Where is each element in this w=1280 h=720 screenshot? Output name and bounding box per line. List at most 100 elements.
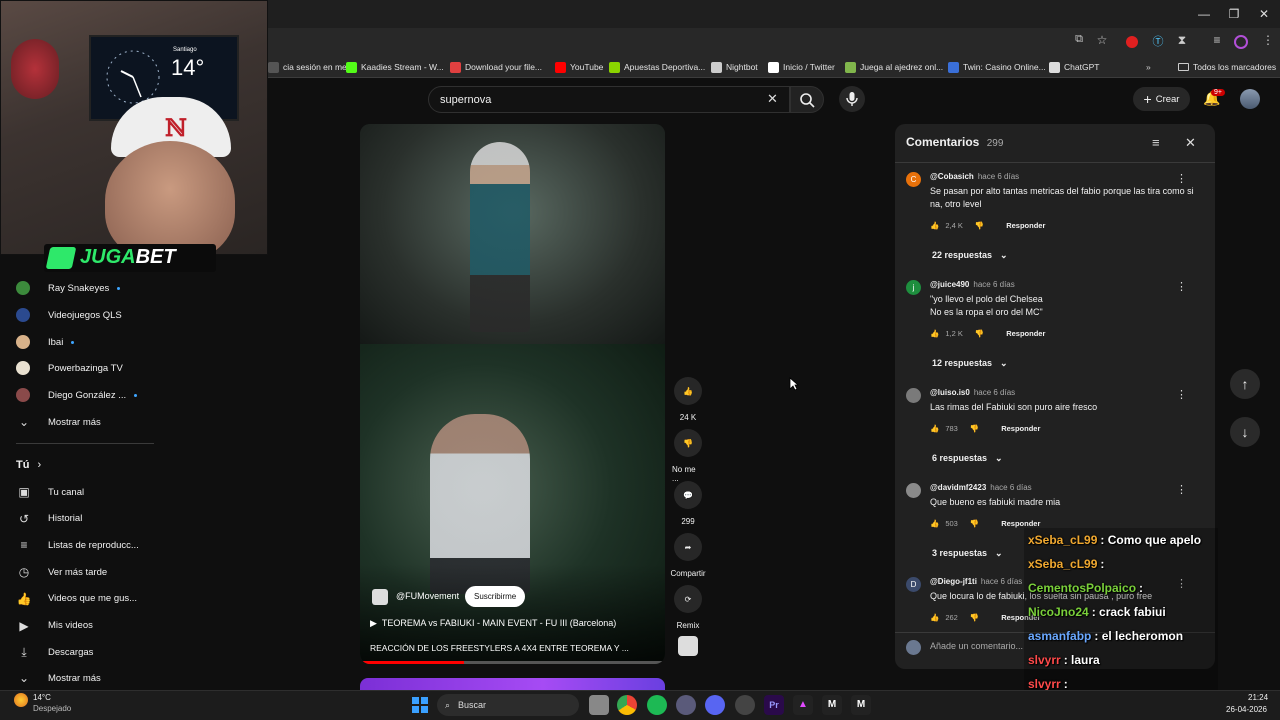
comment-avatar[interactable]: C <box>906 172 921 187</box>
like-icon[interactable]: 👍 <box>930 613 939 622</box>
extension-red-icon[interactable] <box>1126 36 1138 48</box>
bookmark-star-icon[interactable]: ☆ <box>1093 33 1111 51</box>
comment-avatar[interactable]: j <box>906 280 921 295</box>
windows-start-icon[interactable] <box>410 695 430 715</box>
dislike-icon[interactable]: 👎 <box>674 429 702 457</box>
clear-search-icon[interactable]: ✕ <box>767 91 778 107</box>
comment-avatar[interactable] <box>906 388 921 403</box>
maximize-icon[interactable]: ❐ <box>1226 6 1242 22</box>
dislike-action[interactable]: 👎 No me ... <box>672 429 704 483</box>
bookmark-item[interactable]: Juega al ajedrez onl... <box>845 58 943 76</box>
clock-time[interactable]: 21:24 <box>1248 693 1268 702</box>
obs-icon[interactable] <box>735 695 755 715</box>
install-app-icon[interactable]: ⧉ <box>1070 33 1088 51</box>
like-icon[interactable]: 👍 <box>930 329 939 338</box>
sidebar-item[interactable]: ↺ Historial <box>16 509 82 529</box>
dislike-icon[interactable]: 👎 <box>970 519 979 528</box>
reply-button[interactable]: Responder <box>1001 424 1040 433</box>
sidebar-item[interactable]: 👍 Videos que me gus... <box>16 589 138 609</box>
comment-menu-icon[interactable]: ⋮ <box>1176 172 1187 185</box>
share-action[interactable]: ➦ Compartir <box>670 533 706 578</box>
extensions-icon[interactable]: ⧗ <box>1173 33 1191 51</box>
account-avatar[interactable] <box>1240 89 1260 109</box>
comment-menu-icon[interactable]: ⋮ <box>1176 388 1187 401</box>
reading-list-icon[interactable]: ≡ <box>1208 33 1226 51</box>
dislike-icon[interactable]: 👎 <box>970 424 979 433</box>
comment-input[interactable]: Añade un comentario... <box>930 641 1023 651</box>
next-short-button[interactable]: ↓ <box>1230 417 1260 447</box>
like-icon[interactable]: 👍 <box>930 424 939 433</box>
view-replies-button[interactable]: 22 respuestas ⌄ <box>932 250 1008 261</box>
comment-avatar[interactable]: D <box>906 577 921 592</box>
bookmark-item[interactable]: Download your file... <box>450 58 542 76</box>
create-button[interactable]: + Crear <box>1133 87 1190 111</box>
comment-icon[interactable]: 💬 <box>674 481 702 509</box>
subscribe-button[interactable]: Suscribirme <box>465 586 526 607</box>
profile-icon[interactable] <box>1234 35 1248 49</box>
sidebar-tu-header[interactable]: Tú › <box>16 455 41 475</box>
search-input[interactable]: supernova <box>428 86 790 113</box>
task-view-icon[interactable] <box>589 695 609 715</box>
comment-author[interactable]: @davidmf2423 hace 6 días <box>930 483 1032 492</box>
like-icon[interactable]: 👍 <box>674 377 702 405</box>
share-icon[interactable]: ➦ <box>674 533 702 561</box>
dislike-icon[interactable]: 👎 <box>975 329 984 338</box>
sidebar-item[interactable]: ▣ Tu canal <box>16 482 84 502</box>
extension-translate-icon[interactable]: Ⓣ <box>1149 33 1167 51</box>
comment-author[interactable]: @Cobasich hace 6 días <box>930 172 1019 181</box>
sidebar-channel[interactable]: Ibai <box>16 332 75 352</box>
reply-button[interactable]: Responder <box>1001 519 1040 528</box>
bookmark-item[interactable]: YouTube <box>555 58 603 76</box>
close-comments-icon[interactable]: ✕ <box>1185 135 1196 151</box>
arc-icon[interactable]: ▲ <box>793 695 813 715</box>
app-m-icon[interactable]: M <box>822 695 842 715</box>
close-window-icon[interactable]: ✕ <box>1256 6 1272 22</box>
view-replies-button[interactable]: 3 respuestas ⌄ <box>932 548 1003 559</box>
spotify-icon[interactable] <box>647 695 667 715</box>
bookmark-item[interactable]: Nightbot <box>711 58 758 76</box>
all-bookmarks-folder[interactable]: Todos los marcadores <box>1178 58 1276 76</box>
comment-menu-icon[interactable]: ⋮ <box>1176 483 1187 496</box>
video-channel-name[interactable]: @FUMovement <box>396 591 459 601</box>
like-icon[interactable]: 👍 <box>930 519 939 528</box>
reply-button[interactable]: Responder <box>1006 329 1045 338</box>
chrome-icon[interactable] <box>617 695 637 715</box>
previous-short-button[interactable]: ↑ <box>1230 369 1260 399</box>
bookmark-item[interactable]: cia sesión en me... <box>268 58 354 76</box>
view-replies-button[interactable]: 6 respuestas ⌄ <box>932 453 1003 464</box>
sidebar-item[interactable]: ▶ Mis videos <box>16 616 93 636</box>
comment-menu-icon[interactable]: ⋮ <box>1176 280 1187 293</box>
comment-author[interactable]: @juice490 hace 6 días <box>930 280 1015 289</box>
comment-author[interactable]: @luiso.is0 hace 6 días <box>930 388 1015 397</box>
app-icon[interactable] <box>676 695 696 715</box>
remix-action[interactable]: ⟳ Remix <box>672 585 704 630</box>
comment-avatar[interactable] <box>906 483 921 498</box>
minimize-icon[interactable]: — <box>1196 6 1212 22</box>
channel-avatar[interactable] <box>372 589 388 605</box>
remix-icon[interactable]: ⟳ <box>674 585 702 613</box>
browser-menu-icon[interactable]: ⋮ <box>1259 33 1277 51</box>
dislike-icon[interactable]: 👎 <box>970 613 979 622</box>
voice-search-button[interactable] <box>839 86 865 112</box>
bookmark-item[interactable]: Twin: Casino Online... <box>948 58 1046 76</box>
like-action[interactable]: 👍 24 K <box>672 377 704 422</box>
related-video-link[interactable]: ▶ TEOREMA vs FABIUKI - MAIN EVENT - FU II… <box>370 618 616 629</box>
sidebar-channel[interactable]: Diego González ... <box>16 385 138 405</box>
bookmark-item[interactable]: ChatGPT <box>1049 58 1099 76</box>
discord-icon[interactable] <box>705 695 725 715</box>
bookmark-item[interactable]: Inicio / Twitter <box>768 58 835 76</box>
taskbar-search[interactable]: ⌕ Buscar <box>437 694 579 716</box>
sort-icon[interactable]: ≡ <box>1152 135 1160 150</box>
sidebar-item[interactable]: ≡ Listas de reproducc... <box>16 535 138 555</box>
dislike-icon[interactable]: 👎 <box>975 221 984 230</box>
sidebar-item[interactable]: ◷ Ver más tarde <box>16 562 107 582</box>
search-button[interactable] <box>790 86 824 113</box>
comments-action[interactable]: 💬 299 <box>672 481 704 526</box>
sidebar-channel[interactable]: Ray Snakeyes <box>16 278 121 298</box>
clock-date[interactable]: 26-04-2026 <box>1226 705 1267 714</box>
bookmarks-more-icon[interactable]: » <box>1146 58 1151 76</box>
bookmark-item[interactable]: Apuestas Deportiva... <box>609 58 705 76</box>
weather-icon[interactable] <box>14 693 28 707</box>
sidebar-channel[interactable]: Videojuegos QLS <box>16 305 122 325</box>
short-video-player[interactable]: @FUMovement Suscribirme ▶ TEOREMA vs FABI… <box>360 124 665 664</box>
